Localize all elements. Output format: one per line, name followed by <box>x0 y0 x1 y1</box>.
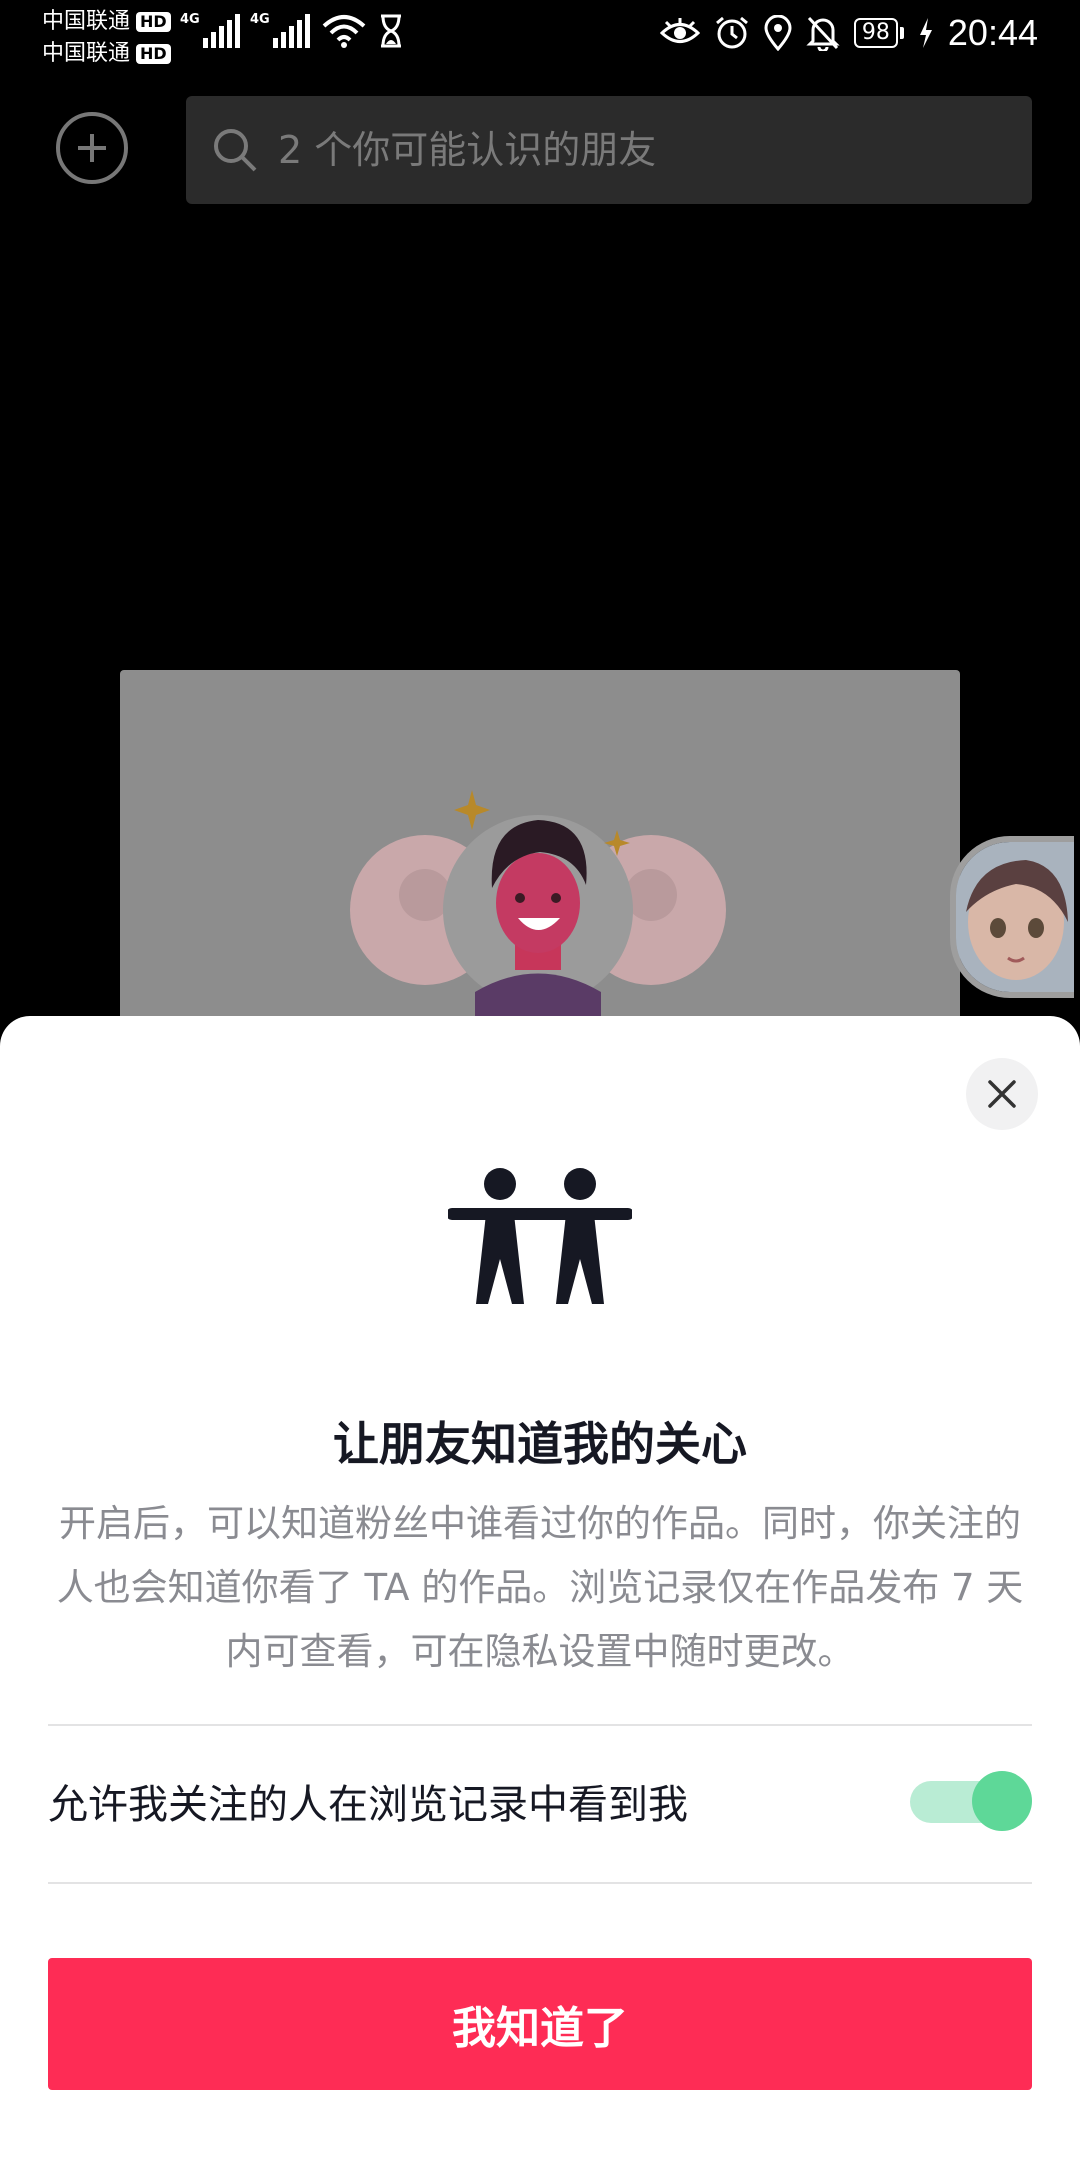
battery-level: 98 <box>853 18 898 48</box>
visibility-toggle-row: 允许我关注的人在浏览记录中看到我 <box>48 1726 1032 1876</box>
two-people-icon <box>448 1168 632 1304</box>
status-right: 98 20:44 <box>659 12 1038 54</box>
add-friend-button[interactable] <box>56 112 128 184</box>
sheet-title: 让朋友知道我的关心 <box>333 1417 747 1471</box>
mute-bell-icon <box>806 16 840 51</box>
friends-illustration <box>350 790 726 1030</box>
hd-badge-2: HD <box>136 44 171 64</box>
confirm-button[interactable]: 我知道了 <box>48 1958 1032 2090</box>
close-button[interactable] <box>966 1058 1038 1130</box>
toggle-knob <box>972 1771 1032 1831</box>
signal-strength-icon-2: 4G <box>250 12 310 48</box>
network-type-2: 4G <box>250 12 270 27</box>
background-card <box>120 670 960 1030</box>
search-input[interactable] <box>276 127 1000 173</box>
battery-icon: 98 <box>853 18 904 48</box>
sheet-description: 开启后，可以知道粉丝中谁看过你的作品。同时，你关注的人也会知道你看了 TA 的作… <box>56 1502 1024 1673</box>
privacy-bottom-sheet: 让朋友知道我的关心 开启后，可以知道粉丝中谁看过你的作品。同时，你关注的人也会知… <box>0 1016 1080 2160</box>
hd-badge-1: HD <box>136 12 171 32</box>
visibility-toggle-switch[interactable] <box>910 1771 1032 1831</box>
search-bar[interactable] <box>186 96 1032 204</box>
charging-icon <box>919 18 932 48</box>
location-icon <box>764 15 792 51</box>
carrier-name-1: 中国联通 <box>42 9 131 34</box>
close-icon <box>988 1080 1016 1108</box>
hourglass-icon <box>381 14 401 48</box>
plus-icon <box>78 134 106 162</box>
divider-bottom <box>48 1882 1032 1884</box>
wifi-icon <box>322 15 366 48</box>
signal-strength-icon: 4G <box>180 12 240 48</box>
clock-time: 20:44 <box>947 12 1038 53</box>
signal-indicators: 4G 4G <box>180 12 404 48</box>
eye-comfort-icon <box>659 18 700 43</box>
network-type-1: 4G <box>180 12 200 27</box>
alarm-icon <box>715 16 748 49</box>
user-avatar[interactable] <box>950 836 1074 998</box>
search-icon <box>214 129 257 172</box>
carrier-info: 中国联通 HD 中国联通 HD <box>42 6 171 70</box>
avatar-image <box>956 842 1074 992</box>
toggle-label: 允许我关注的人在浏览记录中看到我 <box>48 1782 688 1828</box>
status-bar: 中国联通 HD 中国联通 HD 4G 4G 98 20:44 <box>0 0 1080 76</box>
carrier-name-2: 中国联通 <box>42 41 131 66</box>
